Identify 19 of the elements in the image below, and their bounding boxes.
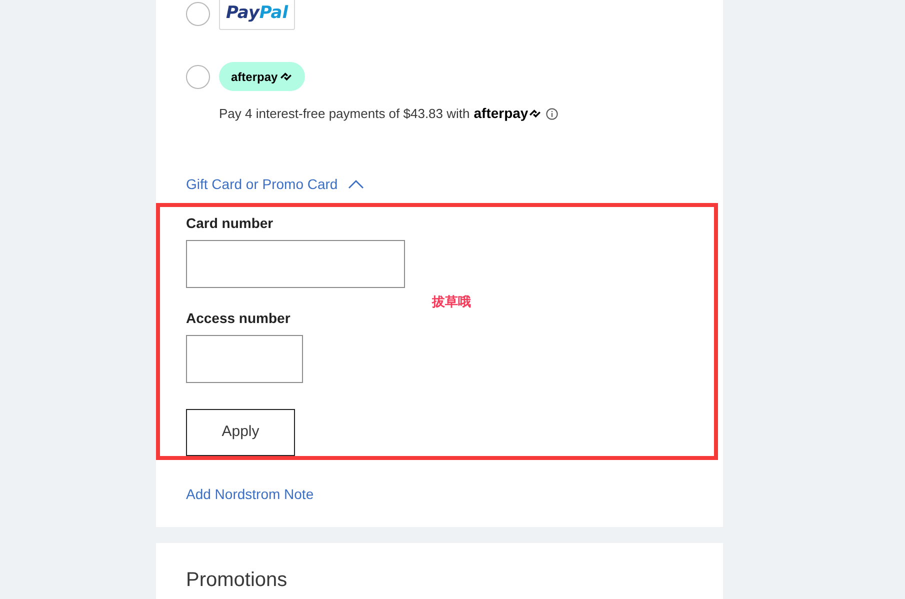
add-note-link[interactable]: Add Nordstrom Note: [186, 484, 314, 505]
info-icon[interactable]: [546, 108, 558, 120]
input-field[interactable]: [186, 240, 405, 288]
apply-button[interactable]: Apply: [186, 409, 295, 456]
field-label: Card number: [186, 214, 274, 233]
afterpay-description: Pay 4 interest-free payments of $43.83 with: [219, 104, 470, 123]
promotions-title: Promotions: [186, 568, 288, 593]
arrows-loop-icon: [528, 108, 542, 120]
paypal-logo: PayPal: [219, 0, 296, 30]
gift-card-toggle[interactable]: Gift Card or Promo Card: [186, 174, 364, 194]
annotation-text: 拔草哦: [432, 293, 471, 311]
radio-button[interactable]: [186, 2, 210, 26]
radio-button[interactable]: [186, 64, 210, 88]
field-label: Access number: [186, 309, 292, 328]
afterpay-wordmark: afterpay: [474, 104, 528, 123]
afterpay-logo: afterpay: [219, 62, 305, 91]
chevron-up-icon: [348, 179, 364, 189]
input-field[interactable]: [186, 335, 303, 383]
arrows-loop-icon: [278, 70, 293, 82]
